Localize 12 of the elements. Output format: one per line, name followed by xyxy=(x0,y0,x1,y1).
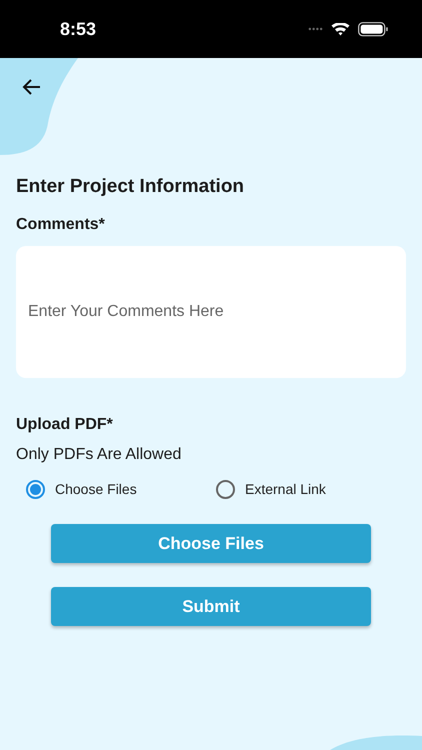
back-arrow-icon xyxy=(22,78,42,96)
field-label: Upload PDF* xyxy=(16,414,114,435)
page-title: Enter Project Information xyxy=(16,176,246,199)
hint-text: Only PDFs Are Allowed xyxy=(16,444,182,465)
wifi-icon xyxy=(331,22,350,36)
field-label: Comments* xyxy=(16,214,106,235)
comments-field[interactable]: Enter Your Comments Here xyxy=(16,246,406,378)
signal-icon xyxy=(308,27,323,31)
radio-option[interactable]: Choose Files xyxy=(26,478,216,500)
status-time: 8:53 xyxy=(60,18,96,40)
battery-icon xyxy=(358,22,388,36)
radio-option[interactable]: External Link xyxy=(216,478,406,500)
